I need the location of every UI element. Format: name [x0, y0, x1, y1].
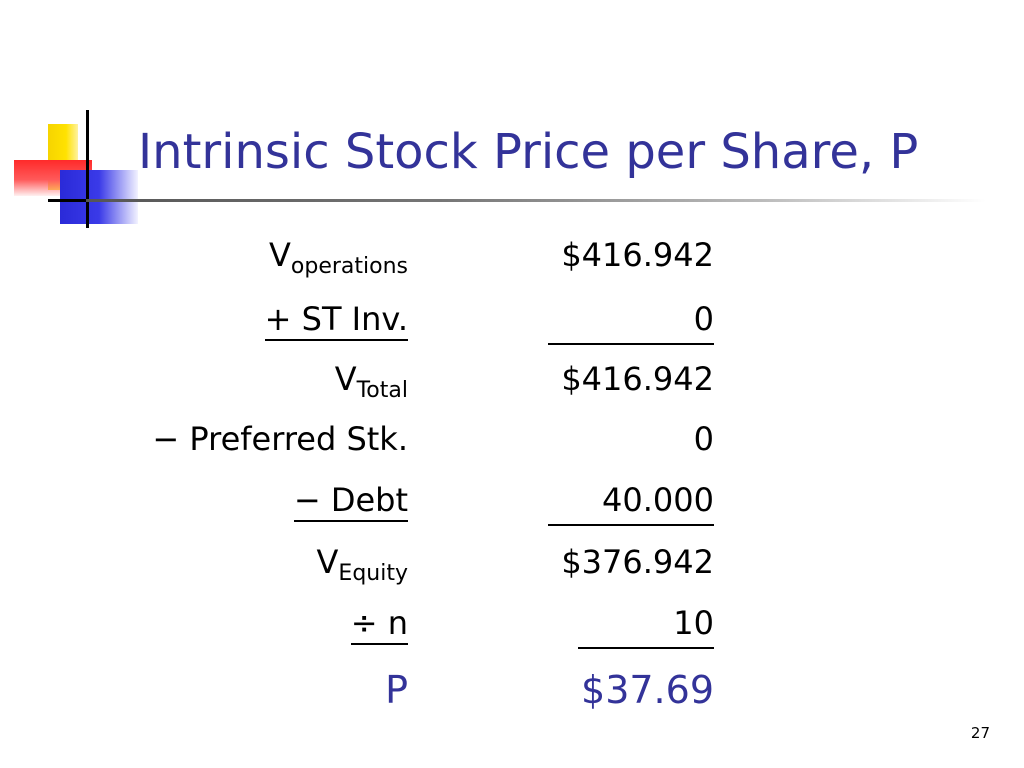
row-value: 0: [693, 420, 714, 458]
row-preferred-stock: − Preferred Stk. 0: [0, 416, 1024, 474]
row-price-per-share: P $37.69: [0, 665, 1024, 723]
row-value: $416.942: [561, 360, 714, 398]
value-text: 0: [548, 296, 714, 345]
label-subscript: Equity: [338, 561, 408, 586]
value-text: 40.000: [548, 477, 714, 526]
row-st-inv: + ST Inv. 0: [0, 296, 1024, 354]
label-main: − Debt: [293, 481, 408, 522]
label-subscript: Total: [356, 378, 408, 403]
row-label: − Preferred Stk.: [152, 420, 408, 458]
row-value: $416.942: [561, 236, 714, 274]
row-value: 0: [548, 296, 714, 345]
row-debt: − Debt 40.000: [0, 477, 1024, 535]
row-label: VEquity: [317, 539, 408, 585]
label-main: ÷ n: [350, 604, 408, 645]
page-number: 27: [970, 724, 990, 742]
row-label: P: [385, 668, 408, 712]
row-value: $376.942: [561, 543, 714, 581]
row-v-total: VTotal $416.942: [0, 356, 1024, 414]
row-label: VTotal: [335, 356, 408, 402]
label-main: V: [316, 543, 339, 581]
label-subscript: operations: [290, 254, 408, 279]
row-label: ÷ n: [350, 600, 408, 646]
label-main: + ST Inv.: [264, 300, 408, 341]
row-value: 40.000: [548, 477, 714, 526]
row-label: − Debt: [293, 477, 408, 523]
row-label: Voperations: [269, 232, 408, 278]
label-main: V: [334, 360, 357, 398]
row-v-operations: Voperations $416.942: [0, 232, 1024, 290]
row-divide-n: ÷ n 10: [0, 600, 1024, 658]
row-value: $37.69: [581, 668, 714, 712]
row-v-equity: VEquity $376.942: [0, 539, 1024, 597]
row-value: 10: [578, 600, 714, 649]
value-text: 10: [578, 600, 714, 649]
valuation-table: Voperations $416.942 + ST Inv. 0 VTotal …: [0, 0, 1024, 768]
row-label: + ST Inv.: [264, 296, 408, 342]
label-main: V: [269, 236, 291, 274]
